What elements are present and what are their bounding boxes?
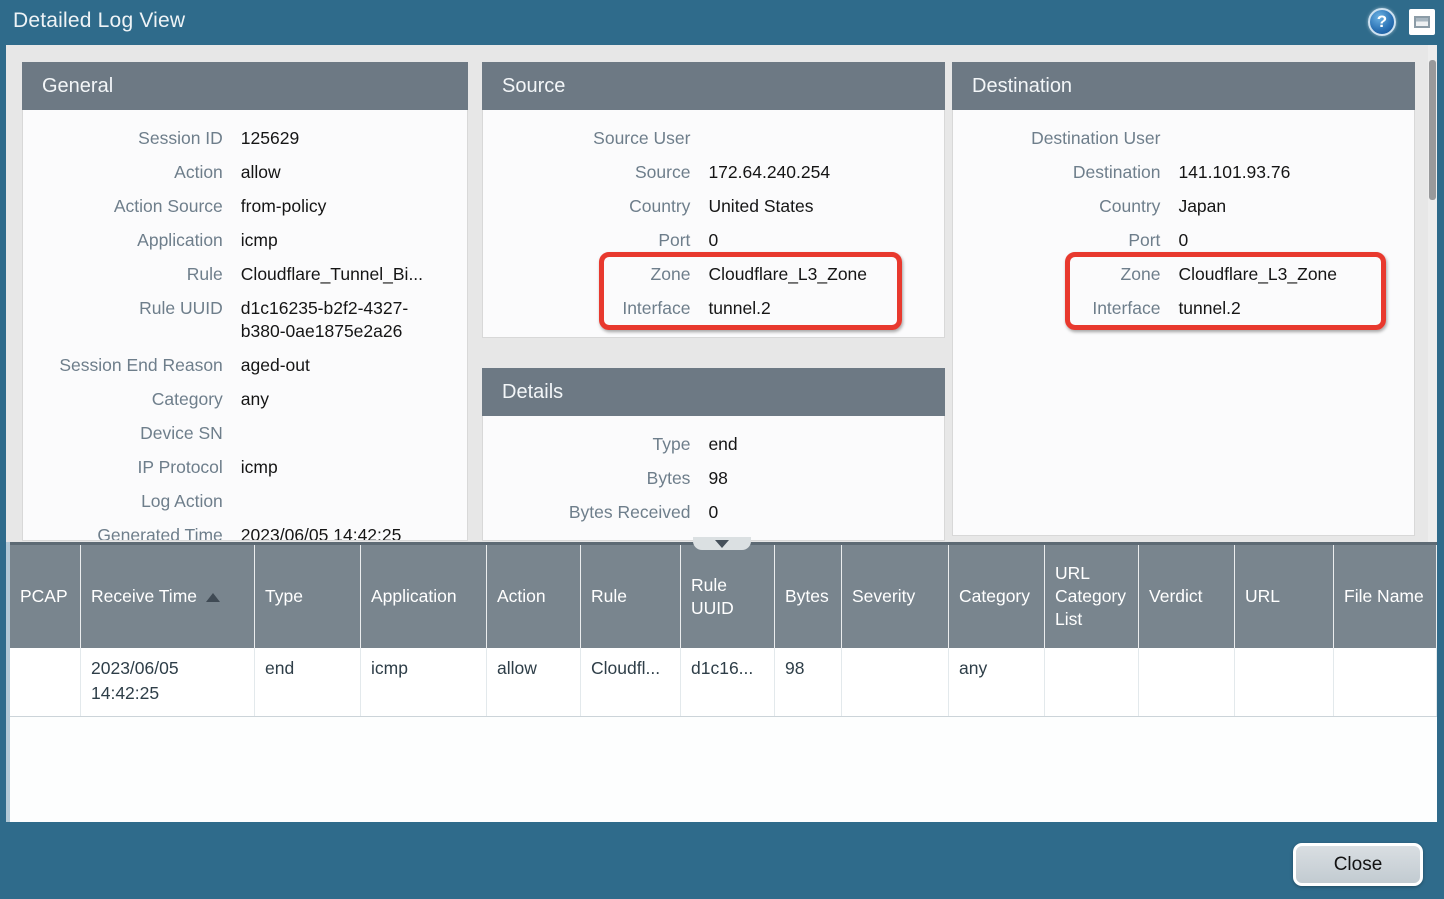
column-header-rule-uuid[interactable]: Rule UUID: [681, 545, 775, 648]
field-generated-time: Generated Time2023/06/05 14:42:25: [23, 519, 467, 541]
field-application: Applicationicmp: [23, 224, 467, 258]
chevron-down-icon: [715, 540, 729, 548]
field-session-end-reason: Session End Reasonaged-out: [23, 349, 467, 383]
cell-receive-time: 2023/06/05 14:42:25: [81, 648, 255, 716]
cell-action: allow: [487, 648, 581, 716]
panel-source-header: Source: [482, 62, 945, 110]
field-destination-country: CountryJapan: [953, 190, 1414, 224]
panel-details-header: Details: [482, 368, 945, 416]
cell-url-category-list: [1045, 648, 1139, 716]
dialog-title: Detailed Log View: [13, 9, 185, 33]
field-bytes: Bytes98: [483, 462, 944, 496]
source-zone-interface-group: ZoneCloudflare_L3_Zone Interfacetunnel.2: [483, 258, 944, 326]
field-ip-protocol: IP Protocolicmp: [23, 451, 467, 485]
titlebar-icons: ?: [1368, 8, 1435, 36]
table-row[interactable]: 2023/06/05 14:42:25 end icmp allow Cloud…: [10, 648, 1437, 717]
cell-category: any: [949, 648, 1045, 716]
panel-general-header: General: [22, 62, 468, 110]
column-header-file-name[interactable]: File Name: [1334, 545, 1437, 648]
scrollbar-thumb[interactable]: [1429, 60, 1436, 200]
field-rule: RuleCloudflare_Tunnel_Bi...: [23, 258, 467, 292]
titlebar: Detailed Log View ?: [0, 0, 1444, 45]
field-action: Actionallow: [23, 156, 467, 190]
splitter-handle[interactable]: [693, 537, 751, 550]
panel-details-body: Typeend Bytes98 Bytes Received0: [482, 416, 945, 541]
column-header-pcap[interactable]: PCAP: [10, 545, 81, 648]
cell-rule: Cloudfl...: [581, 648, 681, 716]
field-type: Typeend: [483, 428, 944, 462]
field-destination-user: Destination User: [953, 122, 1414, 156]
panel-destination-body: Destination User Destination141.101.93.7…: [952, 110, 1415, 536]
panel-details: Details Typeend Bytes98 Bytes Received0: [482, 368, 945, 541]
window-restore-icon[interactable]: [1409, 9, 1435, 35]
cell-url: [1235, 648, 1334, 716]
log-detail-panels: General Session ID125629 Actionallow Act…: [6, 45, 1437, 542]
field-source-country: CountryUnited States: [483, 190, 944, 224]
panel-general-body: Session ID125629 Actionallow Action Sour…: [22, 110, 468, 541]
column-header-action[interactable]: Action: [487, 545, 581, 648]
cell-verdict: [1139, 648, 1235, 716]
field-destination-port: Port0: [953, 224, 1414, 258]
column-header-url-category-list[interactable]: URL Category List: [1045, 545, 1139, 648]
field-device-sn: Device SN: [23, 417, 467, 451]
field-log-action: Log Action: [23, 485, 467, 519]
field-category: Categoryany: [23, 383, 467, 417]
panel-source-body: Source User Source172.64.240.254 Country…: [482, 110, 945, 338]
field-bytes-received: Bytes Received0: [483, 496, 944, 530]
field-rule-uuid: Rule UUIDd1c16235-b2f2-4327-b380-0ae1875…: [23, 292, 467, 349]
column-header-severity[interactable]: Severity: [842, 545, 949, 648]
column-header-rule[interactable]: Rule: [581, 545, 681, 648]
field-source-port: Port0: [483, 224, 944, 258]
cell-severity: [842, 648, 949, 716]
cell-file-name: [1334, 648, 1437, 716]
field-session-id: Session ID125629: [23, 122, 467, 156]
field-destination-zone: ZoneCloudflare_L3_Zone: [953, 258, 1414, 292]
detailed-log-view-dialog: Detailed Log View ? General Session ID12…: [0, 0, 1444, 899]
panel-source: Source Source User Source172.64.240.254 …: [482, 62, 945, 338]
field-source-interface: Interfacetunnel.2: [483, 292, 944, 326]
column-header-url[interactable]: URL: [1235, 545, 1334, 648]
field-source: Source172.64.240.254: [483, 156, 944, 190]
cell-pcap: [10, 648, 81, 716]
column-header-receive-time[interactable]: Receive Time: [81, 545, 255, 648]
field-action-source: Action Sourcefrom-policy: [23, 190, 467, 224]
column-header-category[interactable]: Category: [949, 545, 1045, 648]
panel-general: General Session ID125629 Actionallow Act…: [22, 62, 468, 541]
cell-rule-uuid: d1c16...: [681, 648, 775, 716]
vertical-scrollbar[interactable]: [1428, 45, 1437, 542]
cell-type: end: [255, 648, 361, 716]
panel-destination-header: Destination: [952, 62, 1415, 110]
help-icon[interactable]: ?: [1368, 8, 1396, 36]
column-header-application[interactable]: Application: [361, 545, 487, 648]
window-pane-glyph: [1414, 16, 1430, 28]
column-header-verdict[interactable]: Verdict: [1139, 545, 1235, 648]
destination-zone-interface-group: ZoneCloudflare_L3_Zone Interfacetunnel.2: [953, 258, 1414, 326]
panel-destination: Destination Destination User Destination…: [952, 62, 1415, 536]
close-button[interactable]: Close: [1293, 843, 1423, 886]
sort-ascending-icon: [206, 593, 220, 602]
field-source-zone: ZoneCloudflare_L3_Zone: [483, 258, 944, 292]
cell-application: icmp: [361, 648, 487, 716]
field-destination: Destination141.101.93.76: [953, 156, 1414, 190]
log-table: PCAP Receive Time Type Application Actio…: [6, 542, 1437, 822]
column-header-type[interactable]: Type: [255, 545, 361, 648]
log-table-header: PCAP Receive Time Type Application Actio…: [10, 542, 1437, 648]
field-destination-interface: Interfacetunnel.2: [953, 292, 1414, 326]
column-header-bytes[interactable]: Bytes: [775, 545, 842, 648]
cell-bytes: 98: [775, 648, 842, 716]
field-source-user: Source User: [483, 122, 944, 156]
